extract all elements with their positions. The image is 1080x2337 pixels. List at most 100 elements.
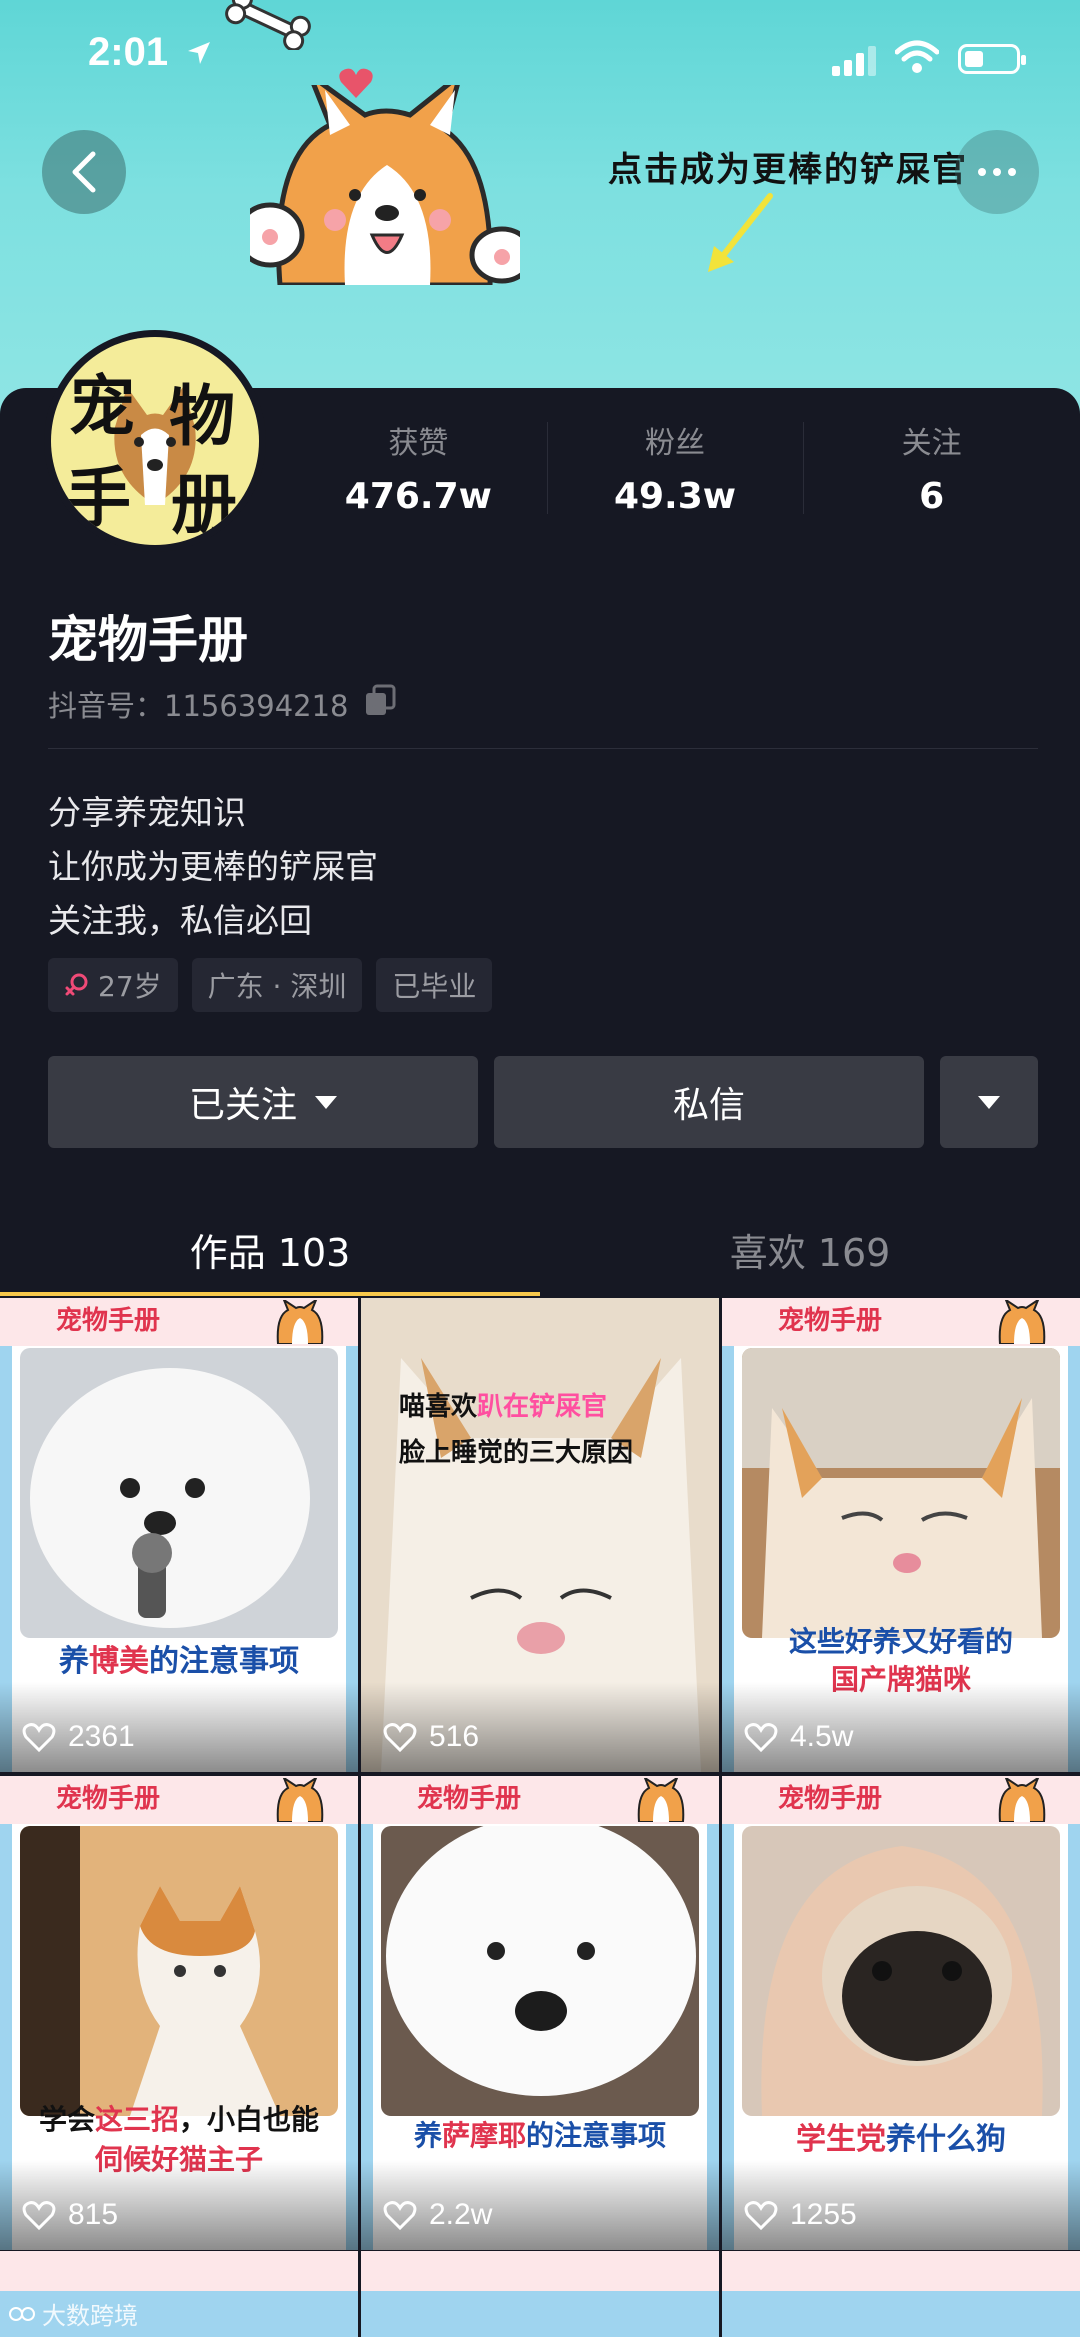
like-count: 2.2w xyxy=(383,2198,492,2232)
tile-caption: 喵喜欢趴在铲屎官 xyxy=(399,1386,719,1423)
watermark-logo-icon xyxy=(9,2306,35,2321)
tile-likes-overlay: 2361 xyxy=(0,1682,358,1772)
tile-header: 宠物手册 xyxy=(0,1298,358,1346)
wifi-icon xyxy=(895,40,939,73)
tile-header xyxy=(722,2251,1080,2291)
watermark-text: 大数跨境 xyxy=(42,2302,138,2330)
like-count: 1255 xyxy=(744,2198,857,2232)
tile-caption: 养萨摩耶的注意事项 xyxy=(361,2114,719,2154)
tile-likes-overlay: 2.2w xyxy=(361,2160,719,2250)
tile-caption: 学会这三招，小白也能 xyxy=(0,2098,358,2138)
stat-likes[interactable]: 获赞 476.7w xyxy=(290,418,547,518)
message-label: 私信 xyxy=(672,1085,745,1126)
status-bar: 2:01 xyxy=(0,0,1080,120)
stat-value: 476.7w xyxy=(344,476,492,517)
cellular-signal-icon xyxy=(832,46,876,76)
caption-text: 养什么狗 xyxy=(886,2122,1006,2157)
caret-down-icon xyxy=(315,1095,337,1109)
divider xyxy=(48,748,1038,749)
avatar-char: 册 xyxy=(171,465,237,543)
video-tile[interactable]: 宠物手册 学会这三招，小白也能 伺候好猫主子 815 xyxy=(0,1776,358,2250)
caption-text: 的注意事项 xyxy=(526,2119,667,2152)
video-tile[interactable] xyxy=(361,2251,719,2337)
content-tabs: 作品 103 喜欢 169 xyxy=(0,1200,1080,1296)
back-button[interactable] xyxy=(42,130,126,214)
more-options-button[interactable] xyxy=(955,130,1039,214)
like-number: 815 xyxy=(68,2198,119,2231)
message-button[interactable]: 私信 xyxy=(494,1056,924,1148)
bio-line: 分享养宠知识 xyxy=(48,793,246,832)
tile-photo xyxy=(20,1348,338,1638)
caption-text: 喵喜欢 xyxy=(399,1392,478,1422)
following-button[interactable]: 已关注 xyxy=(48,1056,478,1148)
bio-line: 让你成为更棒的铲屎官 xyxy=(48,847,378,886)
caption-highlight: 这三招 xyxy=(94,2103,179,2136)
tile-header xyxy=(0,2251,358,2291)
tile-header: 宠物手册 xyxy=(0,1776,358,1824)
stat-value: 6 xyxy=(919,476,945,517)
tile-header: 宠物手册 xyxy=(361,1776,719,1824)
pointer-arrow-icon xyxy=(708,193,773,272)
like-number: 1255 xyxy=(790,2198,857,2231)
tile-caption: 这些好养又好看的 xyxy=(788,1625,1013,1658)
stat-value: 49.3w xyxy=(613,476,737,517)
corgi-logo-icon xyxy=(998,1300,1046,1344)
profile-tags: 27岁 广东 · 深圳 已毕业 xyxy=(48,958,493,1012)
heart-outline-icon xyxy=(22,2201,56,2230)
like-count: 4.5w xyxy=(744,1720,853,1754)
tile-photo xyxy=(20,1826,338,2116)
tile-caption: 学生党养什么狗 xyxy=(722,2114,1080,2158)
heart-outline-icon xyxy=(383,2201,417,2230)
stat-label: 关注 xyxy=(901,426,962,461)
tile-caption: 养博美的注意事项 xyxy=(0,1636,358,1680)
battery-icon xyxy=(958,44,1026,74)
copy-icon[interactable] xyxy=(364,684,398,718)
caption-highlight: 趴在铲屎官 xyxy=(477,1392,608,1422)
tile-brand: 宠物手册 xyxy=(417,1784,522,1814)
status-time: 2:01 xyxy=(88,30,169,74)
like-number: 4.5w xyxy=(790,1720,854,1753)
tile-brand: 宠物手册 xyxy=(56,1306,161,1336)
tab-works[interactable]: 作品 103 xyxy=(0,1200,540,1296)
video-tile[interactable]: 宠物手册 养萨摩耶的注意事项 2.2w xyxy=(361,1776,719,2250)
stat-followers[interactable]: 粉丝 49.3w xyxy=(546,418,804,518)
caption-text: 学会 xyxy=(38,2103,95,2136)
education-label: 已毕业 xyxy=(392,970,477,1003)
tile-brand: 宠物手册 xyxy=(56,1784,161,1814)
caption-highlight: 博美 xyxy=(89,1644,149,1679)
avatar-char: 手 xyxy=(65,459,131,537)
corgi-logo-icon xyxy=(276,1300,324,1344)
video-tile[interactable]: 宠物手册 学生党养什么狗 1255 xyxy=(722,1776,1080,2250)
bone-decoration-icon xyxy=(225,0,311,50)
profile-actions: 已关注 私信 xyxy=(48,1056,1038,1148)
profile-name: 宠物手册 xyxy=(48,611,248,669)
recommend-dropdown-button[interactable] xyxy=(940,1056,1038,1148)
heart-outline-icon xyxy=(744,2201,778,2230)
tab-liked[interactable]: 喜欢 169 xyxy=(540,1200,1080,1296)
avatar-char: 物 xyxy=(169,377,235,455)
more-dots-icon xyxy=(978,168,1016,176)
corgi-logo-icon xyxy=(998,1778,1046,1822)
avatar[interactable]: 宠 物 手 册 xyxy=(44,330,266,552)
douyin-id: 抖音号：1156394218 xyxy=(48,689,349,723)
corgi-logo-icon xyxy=(637,1778,685,1822)
video-tile[interactable]: 宠物手册 养博美的注意事项 2361 xyxy=(0,1298,358,1772)
location-label: 广东 · 深圳 xyxy=(207,970,347,1003)
tile-likes-overlay: 1255 xyxy=(722,2160,1080,2250)
banner-tagline: 点击成为更棒的铲屎官 xyxy=(608,150,968,190)
profile-stats: 获赞 476.7w 粉丝 49.3w 关注 6 xyxy=(290,418,1060,518)
caption-highlight: 萨摩耶 xyxy=(441,2119,526,2152)
video-tile[interactable]: 宠物手册 这些好养又好看的 国产牌猫咪 4.5w xyxy=(722,1298,1080,1772)
avatar-char: 宠 xyxy=(69,367,135,445)
tile-likes-overlay: 815 xyxy=(0,2160,358,2250)
watermark: 大数跨境 xyxy=(8,2296,138,2331)
video-tile[interactable]: 喵喜欢趴在铲屎官 脸上睡觉的三大原因 516 xyxy=(361,1298,719,1772)
age-label: 27岁 xyxy=(98,970,162,1003)
caret-down-icon xyxy=(978,1095,1000,1109)
video-grid-next-row xyxy=(0,2251,1080,2337)
video-tile[interactable] xyxy=(722,2251,1080,2337)
corgi-illustration xyxy=(250,85,520,285)
stat-following[interactable]: 关注 6 xyxy=(803,418,1060,518)
female-gender-icon xyxy=(65,973,88,996)
like-count: 516 xyxy=(383,1720,479,1754)
